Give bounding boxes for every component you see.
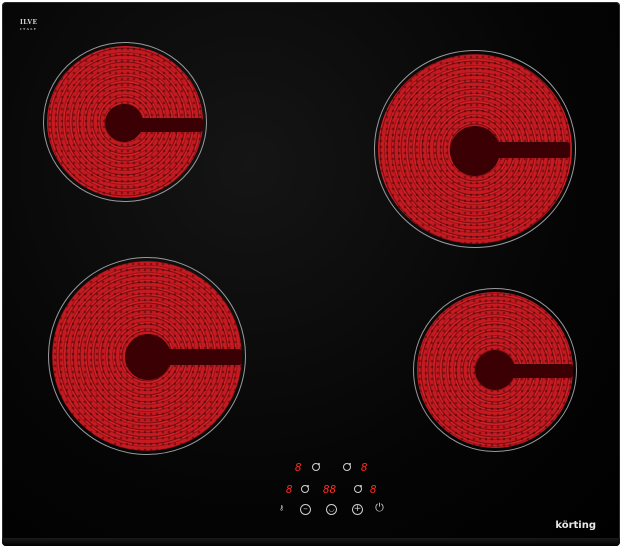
zone-indicator-top-right-icon[interactable]: [343, 463, 351, 471]
hob-edge: [2, 538, 620, 546]
plus-icon[interactable]: +: [352, 504, 363, 515]
brand-name: körting: [555, 520, 596, 531]
key-lock-icon[interactable]: ⚷: [279, 504, 284, 512]
zone-top-left[interactable]: [47, 46, 203, 198]
zone-bottom-right[interactable]: [417, 292, 573, 448]
minus-icon[interactable]: –: [300, 504, 311, 515]
display-mid-left: 8: [286, 483, 293, 496]
zone-bottom-left[interactable]: [52, 261, 242, 451]
brand-logo: ILVE ITALY: [20, 19, 38, 32]
display-top-right: 8: [361, 461, 368, 474]
zone-indicator-mid-right-icon[interactable]: [354, 485, 362, 493]
power-icon[interactable]: ⏻: [374, 502, 385, 515]
display-mid-right: 8: [370, 483, 377, 496]
cooktop-surface: ILVE ITALY 8 8 8 88 8 ⚷ – ◡ + ⏻ körting: [2, 2, 620, 546]
zone-indicator-top-left-icon[interactable]: [312, 463, 320, 471]
zone-indicator-mid-left-icon[interactable]: [301, 485, 309, 493]
display-top-left: 8: [295, 461, 302, 474]
zone-top-right[interactable]: [378, 54, 572, 244]
timer-icon[interactable]: ◡: [326, 504, 337, 515]
timer-display: 88: [323, 483, 337, 496]
